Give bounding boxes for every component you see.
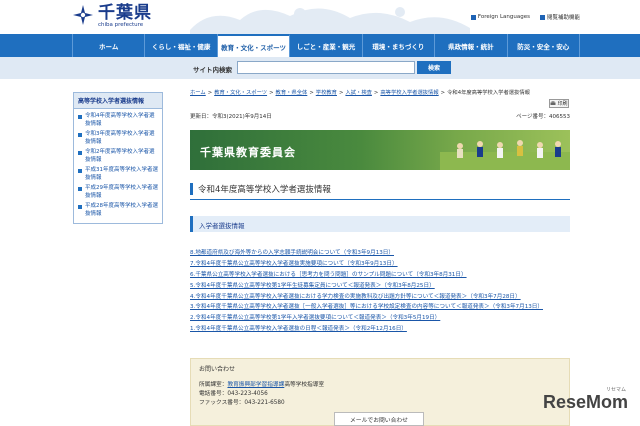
section-title: 入学者選抜情報 [199, 222, 245, 230]
square-bullet-icon [78, 151, 82, 155]
sidebar-title[interactable]: 高等学校入学者選抜情報 [74, 93, 162, 109]
foreign-languages-link[interactable]: Foreign Languages [470, 13, 530, 21]
contact-department: 所属課室：教育振興部学習指導課高等学校指導室 [199, 379, 324, 388]
nav-environment[interactable]: 環境・まちづくり [363, 34, 436, 57]
resemom-watermark: ReseMom リセマム [542, 387, 628, 413]
news-link[interactable]: 2.令和4年度千葉県公立高等学校第1学年入学者選抜要項について＜報道発表＞（令和… [190, 315, 570, 323]
mail-contact-button[interactable]: メールでお問い合わせ [334, 412, 424, 426]
sidebar-item-label: 平成31年度高等学校入学者選抜情報 [85, 167, 158, 181]
square-bullet-icon [78, 169, 82, 173]
logo-subtitle: chiba prefecture [98, 22, 144, 28]
breadcrumb-link[interactable]: ホーム [190, 90, 206, 96]
breadcrumb-link[interactable]: 学校教育 [316, 90, 337, 96]
square-bullet-icon [539, 14, 545, 20]
news-list: 8.地都道府県及び海外等からの入学志願手続説明会について（令和3年9月13日） … [190, 250, 570, 337]
nav-government[interactable]: 県政情報・統計 [435, 34, 508, 57]
title-marker [190, 183, 193, 195]
sidebar-item-r2[interactable]: 令和2年度高等学校入学者選抜情報 [78, 149, 159, 164]
sidebar-item-label: 平成29年度高等学校入学者選抜情報 [85, 185, 158, 199]
breadcrumb-link[interactable]: 高等学校入学者選抜情報 [380, 90, 438, 96]
search-button[interactable]: 検索 [417, 61, 451, 74]
contact-heading: お問い合わせ [199, 366, 236, 373]
accessibility-label: 閲覧補助機能 [546, 15, 580, 21]
news-link[interactable]: 4.令和4年度千葉県公立高等学校入学者選抜における学力検査の実施教科及び出題方針… [190, 294, 570, 302]
watermark-sub: リセマム [605, 387, 626, 393]
breadcrumb-link[interactable]: 入試・検査 [345, 90, 372, 96]
sidebar-item-h28[interactable]: 平成28年度高等学校入学者選抜情報 [78, 203, 159, 218]
sidebar: 高等学校入学者選抜情報 令和4年度高等学校入学者選抜情報 令和3年度高等学校入学… [73, 92, 163, 224]
breadcrumb-link[interactable]: 教育・文化・スポーツ [214, 90, 267, 96]
sidebar-item-r4[interactable]: 令和4年度高等学校入学者選抜情報 [78, 113, 159, 128]
page-title-block: 令和4年度高等学校入学者選抜情報 [190, 180, 570, 200]
page-number: ページ番号：406553 [516, 114, 570, 120]
banner-title: 千葉県教育委員会 [200, 146, 296, 159]
site-header: 千葉県 chiba prefecture Foreign Languages 閲… [0, 0, 640, 34]
nav-education[interactable]: 教育・文化・スポーツ [217, 34, 291, 57]
sidebar-item-label: 令和3年度高等学校入学者選抜情報 [85, 131, 155, 145]
foreign-languages-label: Foreign Languages [477, 14, 530, 20]
contact-phone: 電話番号：043-223-4056 [199, 391, 268, 397]
section-heading: 入学者選抜情報 [190, 216, 570, 232]
news-link[interactable]: 7.令和4年度千葉県公立高等学校入学者選抜実施要項について（令和3年9月13日） [190, 261, 570, 269]
header-decoration-icon [190, 7, 470, 34]
search-bar: サイト内検索 検索 [0, 57, 640, 79]
breadcrumb-link[interactable]: 教育・県全体 [276, 90, 308, 96]
news-link[interactable]: 1.令和4年度千葉県公立高等学校入学者選抜の日程＜報道発表＞（令和2年12月16… [190, 326, 570, 334]
chiba-logo-icon [72, 4, 94, 26]
search-input[interactable] [237, 61, 415, 74]
contact-fax: ファックス番号：043-221-6580 [199, 400, 285, 406]
square-bullet-icon [78, 187, 82, 191]
square-bullet-icon [470, 14, 476, 20]
nav-home[interactable]: ホーム [72, 34, 146, 57]
square-bullet-icon [78, 115, 82, 119]
news-link[interactable]: 3.令和4年度千葉県公立高等学校入学者選抜［一般入学者選抜］等における学校設定検… [190, 304, 570, 312]
students-photo-icon [440, 140, 570, 170]
sidebar-item-label: 令和4年度高等学校入学者選抜情報 [85, 113, 155, 127]
sidebar-item-r3[interactable]: 令和3年度高等学校入学者選抜情報 [78, 131, 159, 146]
nav-safety[interactable]: 防災・安全・安心 [508, 34, 580, 57]
breadcrumb: ホーム > 教育・文化・スポーツ > 教育・県全体 > 学校教育 > 入試・検査 > 高等学校入学者… [190, 90, 530, 96]
print-label: 印刷 [557, 101, 568, 107]
nav-living[interactable]: くらし・福祉・健康 [145, 34, 218, 57]
sidebar-item-h29[interactable]: 平成29年度高等学校入学者選抜情報 [78, 185, 159, 200]
search-label: サイト内検索 [193, 66, 232, 74]
news-link[interactable]: 8.地都道府県及び海外等からの入学志願手続説明会について（令和3年9月13日） [190, 250, 570, 258]
utility-links: Foreign Languages 閲覧補助機能 [470, 13, 580, 21]
sidebar-item-label: 平成28年度高等学校入学者選抜情報 [85, 203, 158, 217]
page-title: 令和4年度高等学校入学者選抜情報 [198, 185, 331, 195]
news-link[interactable]: 6.千葉県公立高等学校入学者選抜における［思考力を問う問題］のサンプル問題につい… [190, 272, 570, 280]
news-link[interactable]: 5.令和4年度千葉県公立高等学校第1学年生徒募集定員について＜報道発表＞（令和3… [190, 283, 570, 291]
site-logo[interactable]: 千葉県 chiba prefecture [72, 4, 152, 29]
square-bullet-icon [78, 205, 82, 209]
updated-date: 更新日：令和3(2021)年9月14日 [190, 114, 272, 120]
logo-title: 千葉県 [98, 3, 152, 23]
global-nav: ホーム くらし・福祉・健康 教育・文化・スポーツ しごと・産業・観光 環境・まち… [0, 34, 640, 57]
sidebar-item-label: 令和2年度高等学校入学者選抜情報 [85, 149, 155, 163]
accessibility-link[interactable]: 閲覧補助機能 [539, 13, 580, 21]
breadcrumb-current: 令和4年度高等学校入学者選抜情報 [447, 90, 530, 96]
board-banner: 千葉県教育委員会 [190, 130, 570, 170]
print-button[interactable]: 印刷 [549, 99, 569, 108]
printer-icon [550, 101, 556, 105]
watermark-text: ReseMom [542, 392, 628, 412]
square-bullet-icon [78, 133, 82, 137]
contact-box: お問い合わせ 所属課室：教育振興部学習指導課高等学校指導室 電話番号：043-2… [190, 358, 570, 426]
dept-suffix: 高等学校指導室 [284, 382, 325, 388]
nav-work[interactable]: しごと・産業・観光 [290, 34, 363, 57]
sidebar-item-h31[interactable]: 平成31年度高等学校入学者選抜情報 [78, 167, 159, 182]
